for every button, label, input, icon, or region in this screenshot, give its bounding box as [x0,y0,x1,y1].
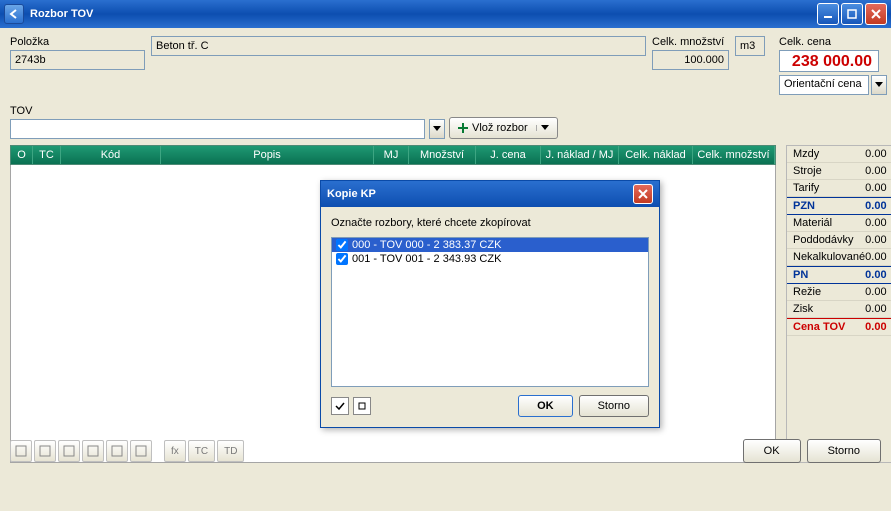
col-kod[interactable]: Kód [61,146,161,164]
stroje-row: Stroje0.00 [787,163,891,180]
dialog-instruction: Označte rozbory, které chcete zkopírovat [331,217,649,229]
grid-header: O TC Kód Popis MJ Množství J. cena J. ná… [10,145,776,165]
pzn-row: PZN0.00 [787,197,891,215]
dialog-title: Kopie KP [327,188,376,200]
tool-btn-5[interactable] [106,440,128,462]
polozka-code-input [10,50,145,70]
celk-mnozstvi-label: Celk. množství [652,36,729,48]
dialog-close-button[interactable] [633,184,653,204]
dialog-ok-button[interactable]: OK [518,395,573,417]
chevron-down-icon [536,125,549,131]
window-title: Rozbor TOV [30,8,93,20]
tool-btn-6[interactable] [130,440,152,462]
col-cmnozstvi[interactable]: Celk. množství [693,146,775,164]
material-row: Materiál0.00 [787,215,891,232]
back-icon[interactable] [4,4,24,24]
plus-icon [458,123,468,133]
fx-button[interactable]: fx [164,440,186,462]
item-label: 000 - TOV 000 - 2 383.37 CZK [352,239,501,251]
orientacni-dropdown-icon[interactable] [871,75,887,95]
nekalk-row: Nekalkulované0.00 [787,249,891,266]
unit-input [735,36,765,56]
kopie-kp-dialog: Kopie KP Označte rozbory, které chcete z… [320,180,660,428]
mzdy-row: Mzdy0.00 [787,146,891,163]
dialog-title-bar: Kopie KP [321,181,659,207]
tov-input[interactable] [10,119,425,139]
rezie-row: Režie0.00 [787,284,891,301]
maximize-button[interactable] [841,3,863,25]
storno-button[interactable]: Storno [807,439,881,463]
col-popis[interactable]: Popis [161,146,374,164]
col-tc[interactable]: TC [33,146,61,164]
cena-tov-row: Cena TOV0.00 [787,318,891,336]
col-jcena[interactable]: J. cena [476,146,541,164]
window-title-bar: Rozbor TOV [0,0,891,28]
item-checkbox[interactable] [336,239,348,251]
vloz-label: Vlož rozbor [472,122,528,134]
tool-btn-4[interactable] [82,440,104,462]
cost-summary-panel: Mzdy0.00 Stroje0.00 Tarify0.00 PZN0.00 M… [786,145,891,463]
select-all-button[interactable] [331,397,349,415]
deselect-all-button[interactable] [353,397,371,415]
zisk-row: Zisk0.00 [787,301,891,318]
dialog-storno-button[interactable]: Storno [579,395,649,417]
tc-button[interactable]: TC [188,440,215,462]
orientacni-select[interactable]: Orientační cena [779,75,869,95]
list-item[interactable]: 000 - TOV 000 - 2 383.37 CZK [332,238,648,252]
close-button[interactable] [865,3,887,25]
polozka-desc-input [151,36,646,56]
td-button[interactable]: TD [217,440,244,462]
item-label: 001 - TOV 001 - 2 343.93 CZK [352,253,501,265]
poddodavky-row: Poddodávky0.00 [787,232,891,249]
tarify-row: Tarify0.00 [787,180,891,197]
col-mnozstvi[interactable]: Množství [409,146,476,164]
minimize-button[interactable] [817,3,839,25]
tool-btn-3[interactable] [58,440,80,462]
vloz-rozbor-button[interactable]: Vlož rozbor [449,117,558,139]
tov-dropdown-icon[interactable] [429,119,445,139]
col-jnaklad[interactable]: J. náklad / MJ [541,146,619,164]
item-checkbox[interactable] [336,253,348,265]
tool-btn-1[interactable] [10,440,32,462]
list-item[interactable]: 001 - TOV 001 - 2 343.93 CZK [332,252,648,266]
rozbory-list[interactable]: 000 - TOV 000 - 2 383.37 CZK 001 - TOV 0… [331,237,649,387]
polozka-label: Položka [10,36,145,48]
celk-cena-value: 238 000.00 [779,50,879,72]
col-o[interactable]: O [11,146,33,164]
tool-btn-2[interactable] [34,440,56,462]
col-cnaklad[interactable]: Celk. náklad [619,146,693,164]
pn-row: PN0.00 [787,266,891,284]
ok-button[interactable]: OK [743,439,801,463]
celk-cena-label: Celk. cena [779,36,887,48]
col-mj[interactable]: MJ [374,146,409,164]
qty-input [652,50,729,70]
tov-label: TOV [10,105,425,117]
